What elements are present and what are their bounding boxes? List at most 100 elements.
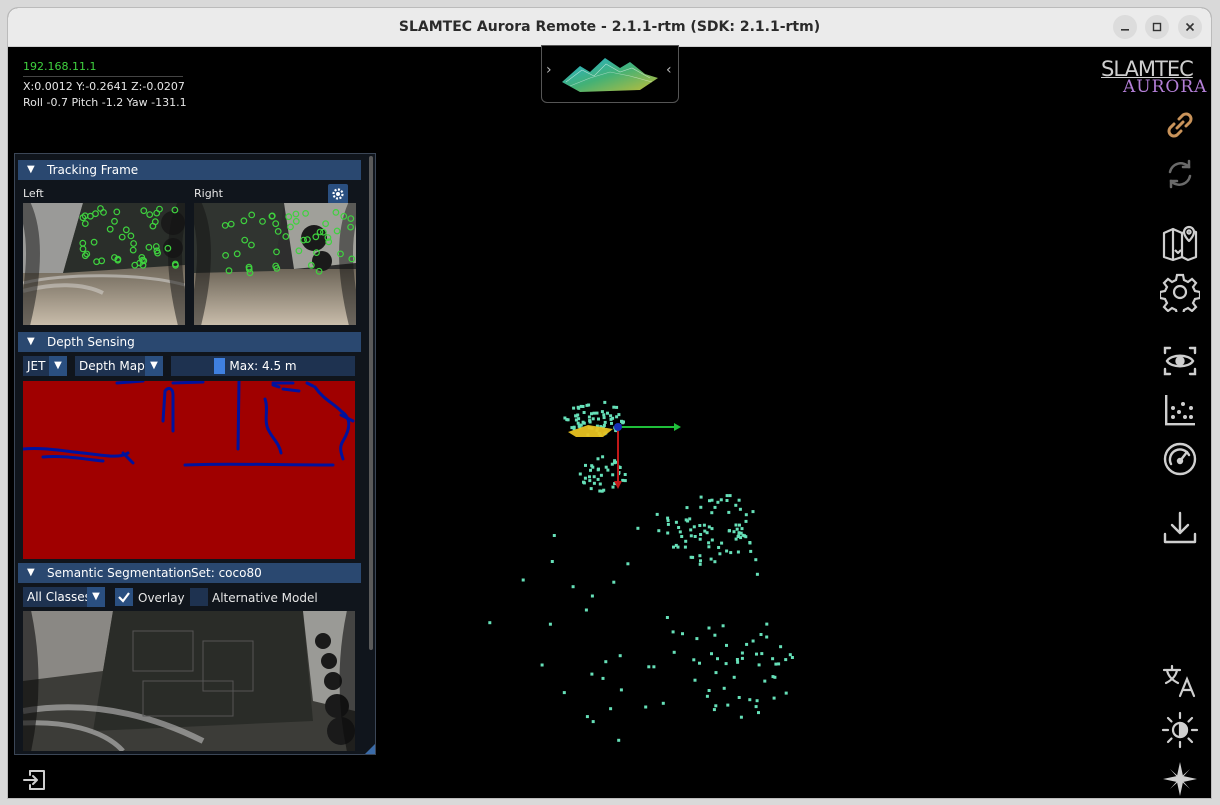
map-point bbox=[699, 505, 703, 509]
map-point bbox=[611, 485, 615, 489]
theme-button[interactable] bbox=[1160, 710, 1200, 750]
segmentation-render bbox=[23, 611, 355, 751]
brand-logo: SLAMTEC AURORA bbox=[1101, 57, 1206, 97]
map-point bbox=[755, 699, 759, 703]
map-point bbox=[692, 658, 696, 662]
class-filter-select[interactable]: All Classes ▼ bbox=[23, 587, 105, 607]
left-camera-label: Left bbox=[23, 187, 44, 200]
map-point bbox=[707, 525, 711, 529]
map-point bbox=[748, 541, 752, 544]
segmentation-image bbox=[23, 611, 355, 751]
map-point bbox=[681, 632, 684, 636]
connect-button[interactable] bbox=[1160, 105, 1200, 145]
chevron-down-icon: ▼ bbox=[145, 356, 163, 376]
map-point bbox=[591, 417, 595, 421]
map-point bbox=[698, 554, 702, 558]
point-cloud-button[interactable] bbox=[1160, 390, 1200, 430]
map-point bbox=[688, 517, 692, 521]
minimize-button[interactable] bbox=[1113, 15, 1137, 39]
map-point bbox=[751, 510, 755, 514]
chevron-right-icon[interactable]: › bbox=[546, 62, 552, 78]
orientation-readout: Roll -0.7 Pitch -1.2 Yaw -131.1 bbox=[23, 96, 187, 109]
tracking-settings-button[interactable] bbox=[328, 184, 348, 204]
chevron-left-icon[interactable]: ‹ bbox=[666, 62, 672, 78]
map-point bbox=[727, 510, 731, 514]
map-point bbox=[685, 506, 689, 510]
map-point bbox=[729, 551, 733, 555]
map-point bbox=[784, 691, 788, 695]
settings-button[interactable] bbox=[1158, 272, 1202, 317]
map-point bbox=[740, 656, 744, 660]
map-point bbox=[698, 562, 702, 566]
panel-resize-handle[interactable] bbox=[365, 744, 375, 754]
window-title: SLAMTEC Aurora Remote - 2.1.1-rtm (SDK: … bbox=[398, 19, 821, 35]
map-point bbox=[579, 423, 583, 427]
map-point bbox=[665, 616, 669, 619]
map-point bbox=[735, 658, 739, 661]
map-point bbox=[584, 608, 588, 612]
depth-mode-select[interactable]: Depth Map ▼ bbox=[75, 356, 163, 376]
minimize-icon bbox=[1121, 29, 1129, 31]
map-point bbox=[689, 534, 693, 538]
map-point bbox=[749, 549, 753, 553]
map-point bbox=[581, 405, 585, 408]
map-point bbox=[740, 651, 744, 655]
map-point bbox=[779, 645, 783, 649]
section-header-tracking[interactable]: ▼ Tracking Frame bbox=[18, 160, 361, 180]
map-point bbox=[699, 495, 703, 499]
map-point bbox=[684, 518, 688, 522]
map-point bbox=[695, 637, 699, 641]
depth-map-render bbox=[21, 379, 355, 559]
camera-eye-icon bbox=[1163, 346, 1197, 376]
map-point bbox=[691, 555, 695, 559]
map-point bbox=[754, 558, 758, 562]
map-thumbnail[interactable]: › ‹ bbox=[541, 45, 679, 103]
map-point bbox=[721, 624, 725, 628]
map-point bbox=[610, 421, 613, 425]
map-point bbox=[603, 400, 607, 404]
max-depth-value: Max: 4.5 m bbox=[229, 359, 297, 373]
panel-scrollbar[interactable] bbox=[369, 156, 373, 650]
map-point bbox=[709, 557, 713, 561]
map-point bbox=[603, 420, 607, 424]
point-cloud-view[interactable] bbox=[488, 377, 908, 777]
map-point bbox=[576, 421, 580, 425]
colormap-select[interactable]: JET ▼ bbox=[23, 356, 67, 376]
refresh-button[interactable] bbox=[1160, 154, 1200, 194]
close-button[interactable] bbox=[1178, 15, 1202, 39]
map-point bbox=[591, 720, 595, 724]
map-button[interactable] bbox=[1160, 223, 1200, 263]
map-point bbox=[644, 705, 648, 709]
map-point bbox=[592, 475, 596, 479]
map-point bbox=[565, 418, 569, 422]
max-depth-slider[interactable]: Max: 4.5 m bbox=[171, 356, 355, 376]
section-header-semantic[interactable]: ▼ Semantic Segmentation Set: coco80 bbox=[18, 563, 361, 583]
relocalize-button[interactable] bbox=[1160, 759, 1200, 798]
map-point bbox=[693, 535, 697, 538]
maximize-button[interactable] bbox=[1145, 15, 1169, 39]
map-point bbox=[595, 411, 599, 415]
main-viewport[interactable]: 192.168.11.1 X:0.0012 Y:-0.2641 Z:-0.020… bbox=[8, 45, 1211, 798]
map-point bbox=[683, 545, 687, 549]
map-point bbox=[609, 414, 613, 418]
performance-button[interactable] bbox=[1160, 439, 1200, 479]
map-point bbox=[598, 489, 602, 493]
map-point bbox=[578, 472, 582, 476]
exit-button[interactable] bbox=[22, 767, 48, 793]
download-button[interactable] bbox=[1160, 508, 1200, 548]
overlay-checkbox[interactable] bbox=[115, 588, 133, 606]
logout-icon bbox=[23, 770, 45, 790]
section-header-depth[interactable]: ▼ Depth Sensing bbox=[18, 332, 361, 352]
class-set-label: Set: coco80 bbox=[191, 566, 262, 580]
app-window: SLAMTEC Aurora Remote - 2.1.1-rtm (SDK: … bbox=[8, 8, 1211, 798]
map-point bbox=[689, 528, 693, 532]
language-button[interactable] bbox=[1160, 661, 1200, 701]
section-title: Tracking Frame bbox=[47, 163, 139, 177]
alternative-model-checkbox[interactable] bbox=[190, 588, 208, 606]
map-point bbox=[626, 562, 630, 566]
map-point bbox=[613, 461, 616, 465]
map-point bbox=[735, 527, 739, 531]
download-icon bbox=[1163, 511, 1197, 544]
camera-view-button[interactable] bbox=[1160, 341, 1200, 381]
map-point bbox=[619, 688, 623, 692]
